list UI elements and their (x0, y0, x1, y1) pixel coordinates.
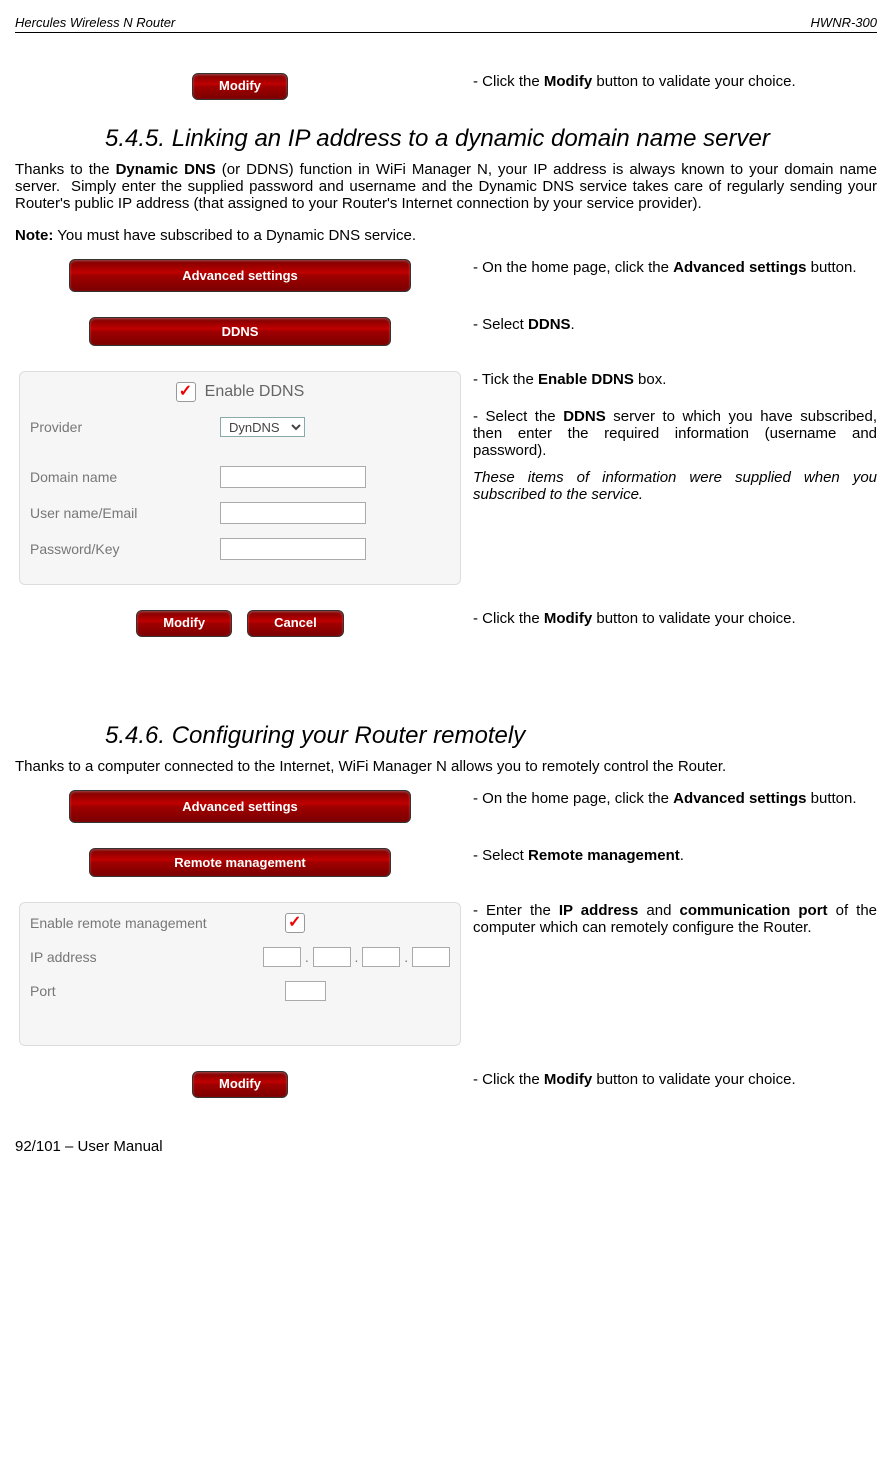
domain-label: Domain name (30, 469, 220, 485)
instr-home-advanced-2: - On the home page, click the Advanced s… (473, 790, 857, 807)
provider-label: Provider (30, 419, 220, 435)
checkmark-icon-2[interactable] (285, 913, 305, 933)
instr-supplied-info: These items of information were supplied… (473, 469, 877, 503)
ip-input-4[interactable] (412, 947, 450, 967)
page-header: Hercules Wireless N Router HWNR-300 (15, 15, 877, 33)
enable-remote-label: Enable remote management (30, 915, 285, 931)
header-left: Hercules Wireless N Router (15, 15, 175, 30)
instr-select-server: - Select the DDNS server to which you ha… (473, 408, 877, 459)
username-input[interactable] (220, 502, 366, 524)
modify-button-2[interactable]: Modify (136, 610, 232, 637)
ip-input-1[interactable] (263, 947, 301, 967)
instr-modify-1: - Click the Modify button to validate yo… (473, 73, 796, 90)
section-545-intro: Thanks to the Dynamic DNS (or DDNS) func… (15, 161, 877, 212)
ip-input-3[interactable] (362, 947, 400, 967)
ip-address-label: IP address (30, 949, 263, 965)
advanced-settings-button-2[interactable]: Advanced settings (69, 790, 411, 823)
section-545-note: Note: You must have subscribed to a Dyna… (15, 227, 877, 244)
port-input[interactable] (285, 981, 326, 1001)
instr-tick-enable: - Tick the Enable DDNS box. (473, 371, 877, 388)
instr-enter-ip: - Enter the IP address and communication… (473, 902, 877, 936)
modify-button[interactable]: Modify (192, 73, 288, 100)
page-footer: 92/101 – User Manual (15, 1138, 877, 1155)
ip-input-2[interactable] (313, 947, 351, 967)
enable-ddns-label: Enable DDNS (205, 383, 305, 400)
section-546-heading: 5.4.6. Configuring your Router remotely (105, 722, 877, 750)
section-545-heading: 5.4.5. Linking an IP address to a dynami… (105, 125, 877, 153)
cancel-button[interactable]: Cancel (247, 610, 344, 637)
domain-input[interactable] (220, 466, 366, 488)
provider-dropdown[interactable]: DynDNS (220, 417, 305, 437)
checkmark-icon[interactable] (176, 382, 196, 402)
password-input[interactable] (220, 538, 366, 560)
header-right: HWNR-300 (811, 15, 877, 30)
port-label: Port (30, 983, 285, 999)
remote-management-button[interactable]: Remote management (89, 848, 391, 877)
instr-modify-2: - Click the Modify button to validate yo… (473, 610, 796, 627)
instr-home-advanced: - On the home page, click the Advanced s… (473, 259, 857, 276)
ddns-panel: Enable DDNS Provider DynDNS Domain name … (19, 371, 461, 585)
remote-panel: Enable remote management IP address . . … (19, 902, 461, 1046)
ddns-button[interactable]: DDNS (89, 317, 391, 346)
instr-select-remote: - Select Remote management. (473, 847, 857, 864)
username-label: User name/Email (30, 505, 220, 521)
advanced-settings-button[interactable]: Advanced settings (69, 259, 411, 292)
instr-modify-3: - Click the Modify button to validate yo… (473, 1071, 796, 1088)
section-546-intro: Thanks to a computer connected to the In… (15, 758, 877, 775)
modify-button-3[interactable]: Modify (192, 1071, 288, 1098)
password-label: Password/Key (30, 541, 220, 557)
instr-select-ddns: - Select DDNS. (473, 316, 857, 333)
